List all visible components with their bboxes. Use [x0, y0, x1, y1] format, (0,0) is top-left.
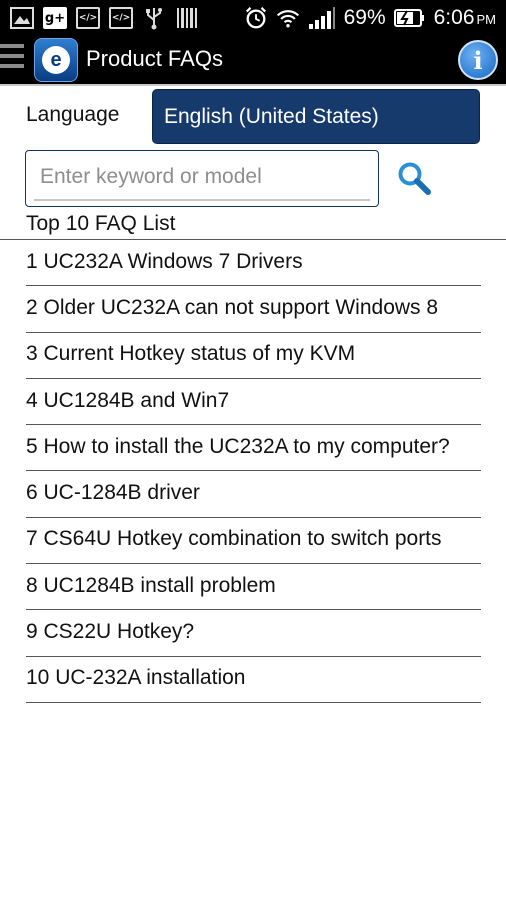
- faq-list-item[interactable]: 5 How to install the UC232A to my comput…: [26, 425, 481, 472]
- faq-list-item[interactable]: 1 UC232A Windows 7 Drivers: [26, 240, 481, 287]
- faq-list-item[interactable]: 7 CS64U Hotkey combination to switch por…: [26, 518, 481, 565]
- faq-list-item[interactable]: 8 UC1284B install problem: [26, 564, 481, 611]
- app-logo[interactable]: e: [34, 38, 78, 82]
- faq-item-label: 7 CS64U Hotkey combination to switch por…: [26, 527, 442, 551]
- notification-icons: g+ </> </>: [10, 5, 199, 31]
- battery-charging-icon: [393, 6, 426, 30]
- code-icon: </>: [109, 7, 133, 29]
- gallery-icon: [10, 6, 34, 30]
- code-icon: </>: [76, 7, 100, 29]
- faq-item-label: 2 Older UC232A can not support Windows 8: [26, 295, 439, 319]
- faq-item-label: 10 UC-232A installation: [26, 666, 246, 690]
- status-bar: g+ </> </> 69% 6:06 PM: [0, 0, 506, 36]
- search-field: [25, 150, 379, 207]
- header-divider: [0, 84, 506, 86]
- wifi-icon: [276, 6, 300, 30]
- language-label: Language: [26, 103, 120, 126]
- faq-item-label: 3 Current Hotkey status of my KVM: [26, 342, 356, 366]
- clock: 6:06 PM: [434, 6, 496, 30]
- search-button[interactable]: [396, 160, 432, 196]
- battery-percent: 69%: [343, 6, 386, 29]
- faq-item-label: 4 UC1284B and Win7: [26, 388, 230, 412]
- alarm-icon: [244, 6, 268, 30]
- clock-ampm: PM: [476, 12, 497, 27]
- faq-list: 1 UC232A Windows 7 Drivers 2 Older UC232…: [26, 240, 481, 703]
- language-select[interactable]: English (United States): [152, 89, 480, 144]
- signal-icon: [308, 6, 336, 30]
- search-input[interactable]: [34, 157, 372, 197]
- faq-item-label: 9 CS22U Hotkey?: [26, 620, 195, 644]
- faq-item-label: 8 UC1284B install problem: [26, 573, 276, 597]
- faq-list-item[interactable]: 6 UC-1284B driver: [26, 471, 481, 518]
- search-input-underline: [34, 199, 370, 201]
- faq-list-item[interactable]: 2 Older UC232A can not support Windows 8: [26, 286, 481, 333]
- info-button[interactable]: i: [458, 40, 498, 80]
- info-icon: i: [473, 45, 483, 75]
- search-icon: [398, 162, 431, 195]
- faq-list-item[interactable]: 10 UC-232A installation: [26, 657, 481, 703]
- page-title: Product FAQs: [86, 46, 223, 71]
- system-indicators: 69% 6:06 PM: [244, 4, 496, 32]
- language-selected-value: English (United States): [164, 104, 379, 128]
- faq-item-label: 5 How to install the UC232A to my comput…: [26, 434, 450, 458]
- clock-time: 6:06: [433, 6, 475, 29]
- faq-list-item[interactable]: 4 UC1284B and Win7: [26, 379, 481, 426]
- drawer-menu-icon[interactable]: [0, 44, 24, 74]
- faq-item-label: 6 UC-1284B driver: [26, 481, 200, 505]
- faq-list-item[interactable]: 9 CS22U Hotkey?: [26, 610, 481, 657]
- barcode-icon: [175, 6, 199, 30]
- google-plus-icon: g+: [43, 7, 67, 29]
- faq-list-title: Top 10 FAQ List: [26, 212, 176, 235]
- usb-icon: [142, 6, 166, 30]
- app-logo-icon: e: [42, 46, 70, 74]
- faq-list-item[interactable]: 3 Current Hotkey status of my KVM: [26, 333, 481, 379]
- action-bar: e Product FAQs i: [0, 36, 506, 84]
- faq-item-label: 1 UC232A Windows 7 Drivers: [26, 249, 303, 273]
